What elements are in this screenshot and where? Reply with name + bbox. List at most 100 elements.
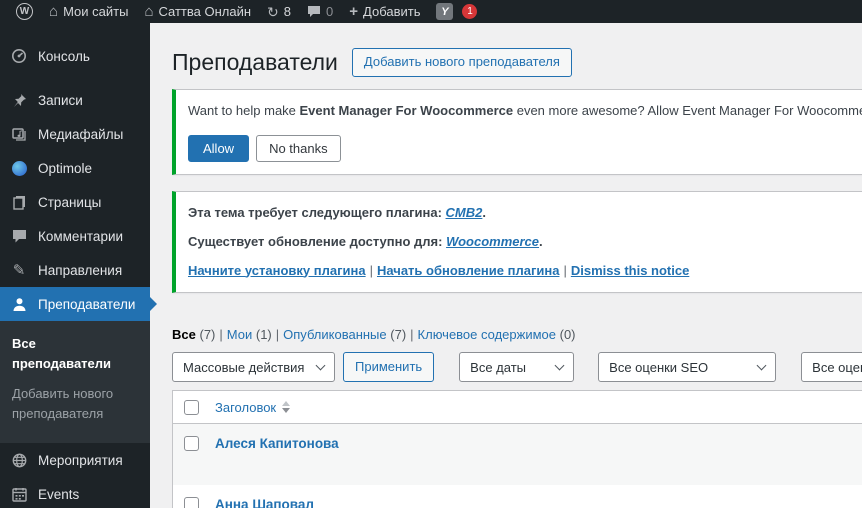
seo-filter-select[interactable]: Все оценки SEO (598, 352, 777, 383)
chevron-down-icon (315, 360, 326, 371)
filter-all-count: (7) (199, 327, 216, 343)
submenu-add-teacher[interactable]: Добавить нового преподавателя (0, 379, 150, 429)
sidebar-item-optimole[interactable]: Optimole (0, 151, 150, 185)
sidebar-item-events[interactable]: Events (0, 477, 150, 508)
sidebar-item-pages[interactable]: Страницы (0, 185, 150, 219)
separator: | (369, 262, 373, 278)
calendar-icon (10, 487, 28, 502)
page-header: Преподаватели Добавить нового преподават… (172, 48, 862, 77)
teacher-name-link[interactable]: Анна Шаповал (215, 497, 314, 508)
site-name: Саттва Онлайн (158, 4, 252, 19)
seo-filter-value: Все оценки SEO (609, 359, 709, 375)
pages-icon (10, 195, 28, 210)
sidebar-item-label: Преподаватели (38, 296, 136, 312)
admin-sidebar: Консоль Записи Медиафайлы Optimole Стран… (0, 23, 157, 508)
separator: | (410, 327, 414, 343)
update-available-line: Существует обновление доступно для: Wooc… (188, 233, 862, 252)
dashboard-icon (10, 48, 28, 64)
add-new-teacher-button[interactable]: Добавить нового преподавателя (351, 48, 572, 77)
table-header-row: Заголовок (173, 391, 862, 425)
pushpin-icon (10, 93, 28, 108)
filter-mine-count: (1) (255, 327, 272, 343)
feedback-text-plugin-name: Event Manager For Woocommerce (299, 103, 514, 118)
updates-icon: ↻ (267, 3, 279, 20)
sidebar-item-dashboard[interactable]: Консоль (0, 39, 150, 73)
separator: | (275, 327, 280, 343)
filter-mine[interactable]: Мои (227, 327, 252, 342)
submenu-all-teachers[interactable]: Все преподаватели (0, 329, 150, 379)
sidebar-item-media[interactable]: Медиафайлы (0, 117, 150, 151)
update-available-text: Существует обновление доступно для: (188, 233, 447, 249)
sidebar-item-label: Медиафайлы (38, 126, 124, 142)
begin-update-link[interactable]: Начать обновление плагина (377, 263, 559, 278)
comments-bubble-icon (307, 5, 321, 18)
sidebar-item-events-ru[interactable]: Мероприятия (0, 443, 150, 477)
comment-icon (10, 229, 28, 243)
sidebar-item-posts[interactable]: Записи (0, 83, 150, 117)
site-link[interactable]: ⌂ Саттва Онлайн (136, 0, 259, 23)
row-checkbox[interactable] (184, 497, 199, 508)
person-icon (10, 297, 28, 312)
filter-all[interactable]: Все (172, 327, 196, 342)
plugin-required-line: Эта тема требует следующего плагина: CMB… (188, 204, 862, 223)
feedback-text-after: even more awesome? Allow Event Manager F… (513, 103, 862, 118)
title-column-header[interactable]: Заголовок (215, 400, 291, 415)
page-title: Преподаватели (172, 49, 338, 75)
sidebar-item-label: Events (38, 486, 80, 502)
updates-count: 8 (283, 4, 292, 19)
no-thanks-button[interactable]: No thanks (256, 134, 341, 162)
yoast-notification-badge: 1 (462, 4, 478, 19)
sidebar-item-comments[interactable]: Комментарии (0, 219, 150, 253)
begin-install-link[interactable]: Начните установку плагина (188, 263, 366, 278)
filter-published[interactable]: Опубликованные (283, 327, 387, 342)
network-icon: ⌂ (49, 3, 59, 20)
yoast-seo-menu[interactable]: Y 1 (428, 0, 485, 23)
filter-published-count: (7) (390, 327, 407, 343)
apply-button[interactable]: Применить (343, 352, 435, 383)
new-content-menu[interactable]: + Добавить (341, 0, 428, 23)
row-checkbox[interactable] (184, 436, 199, 452)
readability-filter-select[interactable]: Все оценк (801, 352, 862, 383)
teachers-table: Заголовок Алеся Капитонова Анна Шаповал (172, 390, 862, 508)
wordpress-menu[interactable]: W (8, 0, 41, 23)
my-sites-menu[interactable]: ⌂ Мои сайты (41, 0, 136, 23)
table-row: Анна Шаповал (173, 485, 862, 508)
allow-button[interactable]: Allow (188, 134, 250, 162)
status-filters: Все (7) | Мои (1) | Опубликованные (7) | Ключе… (172, 327, 862, 342)
sidebar-item-directions[interactable]: ✎ Направления (0, 253, 150, 287)
plus-icon: + (349, 3, 359, 20)
plugin-required-period: . (482, 204, 487, 220)
chevron-down-icon (756, 360, 767, 371)
list-toolbar: Массовые действия Применить Все даты Все… (172, 352, 862, 383)
sidebar-item-label: Направления (38, 262, 123, 278)
filter-cornerstone-count: (0) (559, 327, 576, 343)
sidebar-item-label: Мероприятия (38, 452, 123, 468)
separator: | (563, 262, 567, 278)
feedback-text-before: Want to help make (188, 103, 300, 118)
cmb2-link[interactable]: CMB2 (446, 205, 483, 220)
sort-indicator-icon (282, 401, 291, 414)
readability-filter-value: Все оценк (812, 359, 862, 375)
bulk-actions-select[interactable]: Массовые действия (172, 352, 335, 383)
dates-filter-value: Все даты (470, 359, 527, 375)
comments-count: 0 (326, 4, 334, 19)
filter-cornerstone[interactable]: Ключевое содержимое (418, 327, 556, 342)
plugin-required-text: Эта тема требует следующего плагина: (188, 204, 446, 220)
woocommerce-link[interactable]: Woocommerce (446, 234, 539, 249)
notice-actions-line: Начните установку плагина | Начать обновле… (188, 262, 862, 281)
dismiss-notice-link[interactable]: Dismiss this notice (571, 263, 689, 278)
select-all-checkbox[interactable] (184, 399, 199, 415)
dates-filter-select[interactable]: Все даты (459, 352, 575, 383)
bulk-actions-value: Массовые действия (183, 359, 305, 375)
sidebar-item-label: Страницы (38, 194, 102, 210)
sidebar-item-teachers[interactable]: Преподаватели (0, 287, 157, 321)
globe-icon (10, 453, 28, 468)
updates-indicator[interactable]: ↻ 8 (259, 0, 299, 23)
media-icon (10, 127, 28, 142)
optimole-icon (10, 160, 28, 176)
comments-indicator[interactable]: 0 (299, 0, 341, 23)
teacher-name-link[interactable]: Алеся Капитонова (215, 436, 339, 451)
sidebar-item-label: Optimole (38, 160, 93, 176)
chevron-down-icon (554, 360, 565, 371)
admin-bar: W ⌂ Мои сайты ⌂ Саттва Онлайн ↻ 8 0 + До… (0, 0, 862, 23)
